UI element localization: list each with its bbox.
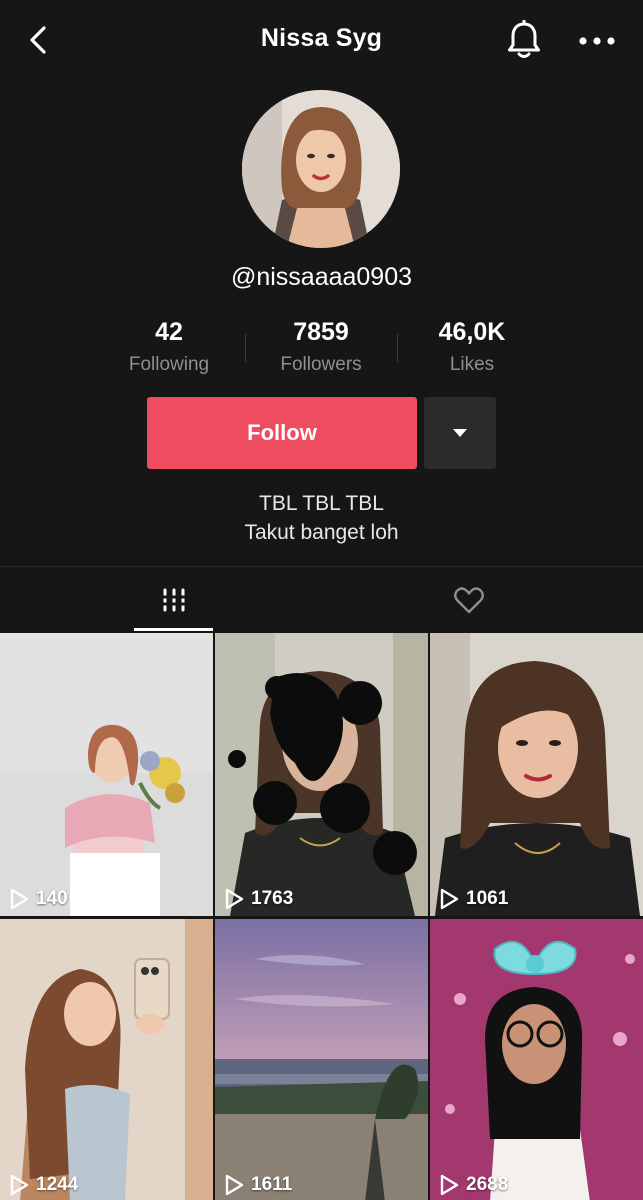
bio-line: Takut banget loh [244,521,399,544]
view-count-value: 2688 [466,1174,509,1195]
video-thumbnail[interactable]: 1763 [215,633,428,916]
active-tab-indicator [134,628,213,631]
page-title: Nissa Syg [260,24,383,52]
video-thumbnail[interactable]: 1244 [0,919,213,1200]
caret-down-icon [453,429,467,437]
bio-line: TBL TBL TBL [259,492,384,515]
view-count-value: 140 [36,888,68,909]
bio: TBL TBL TBL Takut banget loh [0,489,643,547]
following-stat[interactable]: 42 Following [94,318,244,376]
view-count: 1611 [223,1174,292,1196]
bell-icon [508,19,540,58]
tab-videos[interactable] [12,567,334,633]
view-count: 1763 [223,888,293,910]
video-thumbnail[interactable]: 140 [0,633,213,916]
play-icon [440,888,459,910]
play-icon [440,1174,459,1196]
view-count-value: 1611 [251,1174,293,1195]
play-icon [225,888,244,910]
followers-count: 7859 [293,318,349,346]
view-count: 1061 [438,888,508,910]
following-label: Following [128,354,210,375]
likes-label: Likes [449,354,495,375]
video-thumbnail[interactable]: 2688 [430,919,643,1200]
view-count-value: 1244 [36,1174,79,1195]
view-count: 140 [8,888,68,910]
video-grid: 140 1763 1061 1244 1611 2688 [0,633,643,1200]
play-icon [10,1174,29,1196]
view-count-value: 1763 [251,888,294,909]
notification-button[interactable] [505,19,543,60]
tab-liked[interactable] [322,567,615,633]
play-icon [10,888,29,910]
profile-screen: Nissa Syg @nissaaaa0903 42 Following 785… [0,0,643,1200]
suggested-accounts-button[interactable] [424,397,496,469]
video-thumbnail[interactable]: 1061 [430,633,643,916]
username: @nissaaaa0903 [230,263,413,291]
follow-button[interactable]: Follow [147,397,417,469]
more-horizontal-icon [579,37,615,45]
view-count: 2688 [438,1174,508,1196]
more-options-button[interactable] [576,22,618,60]
play-icon [225,1174,244,1196]
followers-stat[interactable]: 7859 Followers [246,318,396,376]
followers-label: Followers [280,354,362,375]
likes-stat[interactable]: 46,0K Likes [397,318,547,376]
video-thumbnail[interactable]: 1611 [215,919,428,1200]
header: Nissa Syg [0,0,643,82]
view-count-value: 1061 [466,888,509,909]
grid-icon [162,588,186,612]
following-count: 42 [155,318,183,346]
likes-count: 46,0K [438,318,506,346]
view-count: 1244 [8,1174,78,1196]
heart-outline-icon [454,587,484,614]
avatar[interactable] [242,90,400,248]
